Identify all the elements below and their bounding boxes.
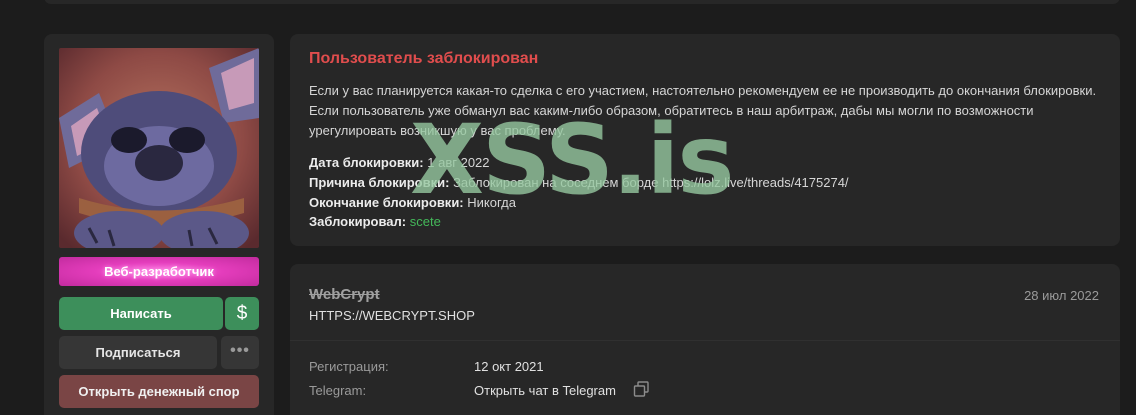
ban-end-value: Никогда [467, 195, 516, 210]
copy-icon[interactable] [633, 381, 650, 397]
write-message-button[interactable]: Написать [59, 297, 223, 330]
money-transfer-button[interactable]: $ [225, 297, 259, 330]
profile-date: 28 июл 2022 [1024, 288, 1099, 303]
telegram-label: Telegram: [309, 383, 367, 398]
open-dispute-button[interactable]: Открыть денежный спор [59, 375, 259, 408]
avatar[interactable] [59, 48, 259, 248]
ban-end-row: Окончание блокировки: Никогда [309, 195, 516, 210]
ban-date-row: Дата блокировки: 1 авг 2022 [309, 155, 490, 170]
banned-by-link[interactable]: scete [410, 214, 441, 229]
ban-reason-value: Заблокирован на соседнем борде https://l… [453, 175, 849, 190]
registration-value: 12 окт 2021 [474, 359, 544, 374]
ban-title: Пользователь заблокирован [309, 50, 539, 67]
ban-reason-label: Причина блокировки: [309, 175, 450, 190]
registration-label: Регистрация: [309, 359, 389, 374]
ban-reason-row: Причина блокировки: Заблокирован на сосе… [309, 175, 849, 190]
telegram-link[interactable]: Открыть чат в Telegram [474, 383, 616, 398]
ban-date-value: 1 авг 2022 [427, 155, 490, 170]
role-badge: Веб-разработчик [59, 257, 259, 286]
ban-description: Если у вас планируется какая-то сделка с… [309, 83, 1097, 138]
ban-date-label: Дата блокировки: [309, 155, 424, 170]
divider [290, 340, 1120, 341]
more-options-button[interactable]: ••• [221, 336, 259, 369]
ban-by-label: Заблокировал: [309, 214, 407, 229]
ban-end-label: Окончание блокировки: [309, 195, 464, 210]
user-status: HTTPS://WEBCRYPT.SHOP [309, 308, 475, 323]
ban-by-row: Заблокировал: scete [309, 214, 441, 229]
username: WebCrypt [309, 286, 380, 303]
subscribe-button[interactable]: Подписаться [59, 336, 217, 369]
previous-panel [44, 0, 1120, 4]
